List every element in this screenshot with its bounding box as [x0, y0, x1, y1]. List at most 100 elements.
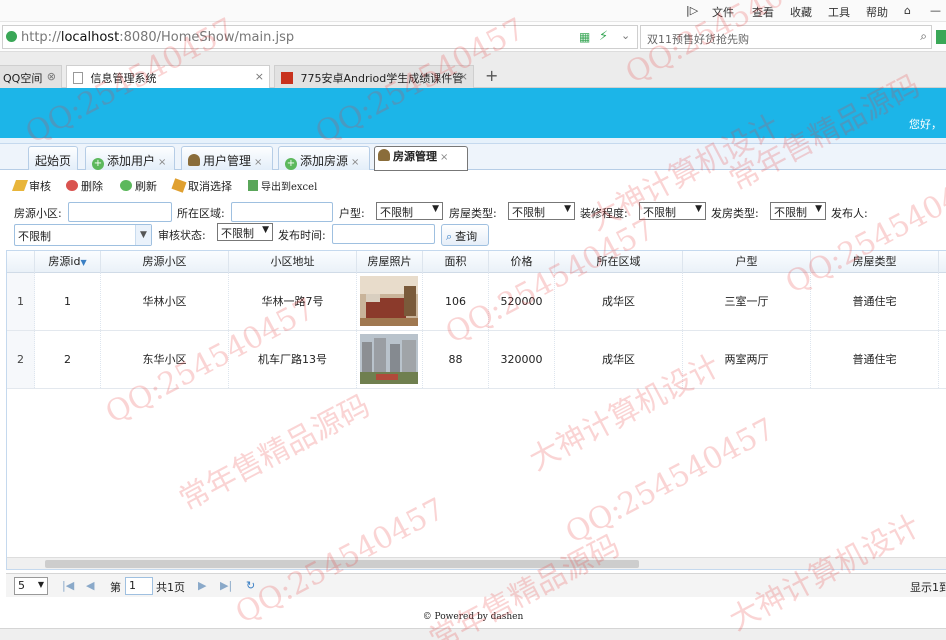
last-page-icon[interactable]: ▶|	[220, 579, 232, 592]
tab-home[interactable]: 起始页	[28, 146, 78, 170]
user-icon	[378, 149, 390, 161]
prev-page-icon[interactable]: ◀	[86, 579, 94, 592]
close-icon[interactable]: ×	[459, 70, 468, 83]
column-header-layout[interactable]: 户型	[683, 251, 811, 273]
cell-district: 成华区	[555, 273, 683, 330]
next-page-icon[interactable]: ▶	[198, 579, 206, 592]
close-icon[interactable]: ⊗	[47, 70, 56, 83]
area-filter-input[interactable]	[231, 202, 333, 222]
cell-photo	[357, 273, 423, 330]
reload-icon[interactable]: ↻	[246, 579, 255, 592]
url-input[interactable]: http://localhost:8080/HomeShow/main.jsp …	[2, 25, 638, 49]
refresh-button[interactable]: 刷新	[120, 178, 157, 194]
house-type-filter-select[interactable]: 不限制 ▼	[508, 202, 575, 220]
column-header-photo[interactable]: 房屋照片	[357, 251, 423, 273]
scrollbar-thumb[interactable]	[45, 560, 639, 568]
cancel-select-button[interactable]: 取消选择	[171, 178, 232, 194]
cell-address: 机车厂路13号	[229, 331, 357, 388]
house-photo-bedroom[interactable]	[360, 276, 418, 326]
secure-shield-icon	[6, 31, 17, 42]
close-icon[interactable]: ×	[158, 157, 166, 168]
chevron-down-icon: ▼	[564, 204, 571, 214]
audit-button[interactable]: 审核	[11, 178, 51, 194]
row-number-header	[7, 251, 35, 273]
menu-help[interactable]: 帮助	[866, 4, 888, 20]
new-tab-button[interactable]: +	[485, 66, 498, 85]
export-excel-button[interactable]: 导出到excel	[248, 178, 317, 193]
sidebar-toggle-icon[interactable]: |▷	[686, 4, 698, 17]
audit-label: 审核	[29, 180, 51, 193]
column-header-community[interactable]: 房源小区	[101, 251, 229, 273]
column-header-address[interactable]: 小区地址	[229, 251, 357, 273]
column-header-district[interactable]: 所在区域	[555, 251, 683, 273]
search-suggestion: 双11预售好货抢先购	[647, 33, 749, 46]
close-icon[interactable]: ×	[254, 157, 262, 168]
pagination-bar: 5 ▼ |◀ ◀ 第 1 共1页 ▶ ▶| ↻ 显示1到	[6, 573, 946, 597]
lightning-icon[interactable]: ⚡	[599, 29, 608, 44]
query-label: 查询	[455, 230, 478, 243]
chevron-down-icon: ▼	[262, 225, 269, 235]
undo-icon	[171, 178, 187, 193]
chevron-down-icon: ▼	[695, 204, 702, 214]
page-prefix: 第	[110, 581, 121, 594]
house-photo-buildings[interactable]	[360, 334, 418, 384]
page-size-select[interactable]: 5 ▼	[14, 577, 48, 595]
query-button[interactable]: ⌕ 查询	[441, 224, 489, 246]
browser-tab-bar: QQ空间 ⊗ 信息管理系统 × 775安卓Andriod学生成绩课件管 × +	[0, 52, 946, 88]
extension-icon[interactable]	[936, 30, 946, 44]
browser-tab-qzone[interactable]: QQ空间 ⊗	[0, 65, 62, 88]
chevron-down-icon: ▼	[815, 204, 822, 214]
cell-address: 华林一路7号	[229, 273, 357, 330]
skin-icon[interactable]: ⌂	[904, 4, 911, 17]
menu-tools[interactable]: 工具	[828, 4, 850, 20]
house-type-filter-label: 房屋类型:	[449, 207, 497, 220]
audit-filter-label: 审核状态:	[158, 229, 206, 242]
cell-community: 东华小区	[101, 331, 229, 388]
column-header-house-type[interactable]: 房屋类型	[811, 251, 939, 273]
chevron-down-icon[interactable]: ⌄	[621, 29, 630, 42]
publisher-filter-combo[interactable]: 不限制 ▼	[14, 224, 152, 246]
cell-price: 520000	[489, 273, 555, 330]
close-icon[interactable]: ×	[255, 70, 264, 83]
menu-file[interactable]: 文件	[712, 4, 734, 20]
app-tab-strip: 起始页 + 添加用户 × 用户管理 × + 添加房源 × 房源管理 ×	[0, 144, 946, 171]
time-filter-input[interactable]	[332, 224, 435, 244]
browser-tab-info-system[interactable]: 信息管理系统 ×	[66, 65, 270, 88]
browser-tab-course[interactable]: 775安卓Andriod学生成绩课件管 ×	[274, 65, 474, 88]
qr-code-icon[interactable]: ▦	[579, 30, 590, 44]
url-path: :8080/HomeShow/main.jsp	[119, 30, 295, 45]
listing-type-filter-select[interactable]: 不限制 ▼	[770, 202, 826, 220]
layout-filter-select[interactable]: 不限制 ▼	[376, 202, 443, 220]
column-header-area[interactable]: 面积	[423, 251, 489, 273]
column-header-id[interactable]: 房源id▼	[35, 251, 101, 273]
menu-view[interactable]: 查看	[752, 4, 774, 20]
browser-tab-label: 信息管理系统	[90, 72, 157, 85]
decoration-filter-value: 不限制	[643, 206, 676, 219]
search-icon[interactable]: ⌕	[920, 29, 927, 44]
close-icon[interactable]: ×	[351, 157, 359, 168]
tab-add-user[interactable]: + 添加用户 ×	[85, 146, 175, 170]
horizontal-scrollbar[interactable]	[7, 557, 946, 569]
chevron-down-icon[interactable]: ▼	[135, 225, 151, 245]
minimize-icon[interactable]: —	[930, 4, 941, 17]
delete-button[interactable]: 删除	[66, 178, 103, 194]
community-filter-input[interactable]	[68, 202, 172, 222]
tab-add-listing[interactable]: + 添加房源 ×	[278, 146, 370, 170]
column-header-price[interactable]: 价格	[489, 251, 555, 273]
tab-listing-management[interactable]: 房源管理 ×	[374, 146, 468, 171]
search-input[interactable]: 双11预售好货抢先购 ⌕	[640, 25, 932, 49]
tab-label: 起始页	[35, 154, 72, 168]
close-icon[interactable]: ×	[440, 152, 448, 163]
tab-user-management[interactable]: 用户管理 ×	[181, 146, 273, 170]
menu-favorites[interactable]: 收藏	[790, 4, 812, 20]
page-number-input[interactable]: 1	[125, 577, 153, 595]
first-page-icon[interactable]: |◀	[62, 579, 74, 592]
audit-filter-value: 不限制	[221, 227, 254, 240]
audit-filter-select[interactable]: 不限制 ▼	[217, 223, 273, 241]
footer-credit: © Powered by dashen	[422, 612, 524, 622]
table-row[interactable]: 1 1 华林小区 华林一路7号 106 520000 成华区 三室一厅 普通住宅	[7, 273, 946, 331]
table-row[interactable]: 2 2 东华小区 机车厂路13号 88 320000 成华区 两室两厅 普通住宅	[7, 331, 946, 389]
edit-icon	[11, 180, 29, 191]
decoration-filter-select[interactable]: 不限制 ▼	[639, 202, 706, 220]
display-info: 显示1到	[910, 581, 946, 594]
